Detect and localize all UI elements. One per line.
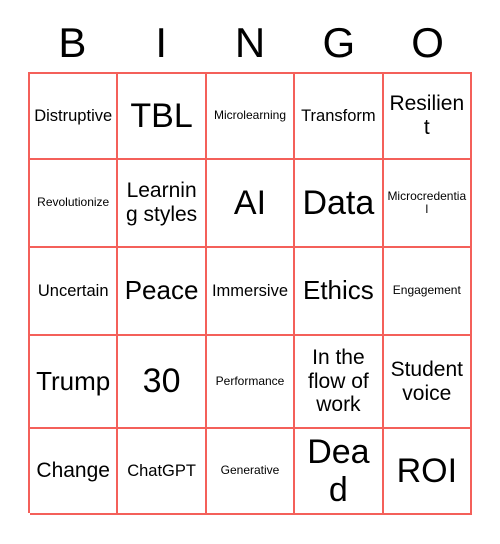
bingo-cell[interactable]: In the flow of work bbox=[295, 336, 384, 429]
bingo-cell[interactable]: Peace bbox=[118, 248, 207, 336]
bingo-cell[interactable]: ROI bbox=[383, 429, 472, 515]
bingo-header: B I N G O bbox=[28, 14, 472, 72]
bingo-header-letter-n: N bbox=[234, 19, 266, 66]
bingo-cell[interactable]: Immersive bbox=[206, 248, 296, 336]
bingo-cell[interactable]: Revolutionize bbox=[30, 160, 119, 248]
bingo-header-letter-g: G bbox=[322, 19, 356, 66]
bingo-cell[interactable]: Trump bbox=[30, 336, 119, 429]
bingo-cell[interactable]: Learning styles bbox=[118, 160, 207, 248]
bingo-cell[interactable]: Transform bbox=[295, 74, 384, 160]
bingo-cell[interactable]: Engagement bbox=[383, 248, 472, 336]
bingo-grid: Distruptive TBL Microlearning Transform … bbox=[28, 72, 472, 515]
bingo-cell[interactable]: Distruptive bbox=[30, 74, 119, 160]
bingo-cell[interactable]: Microlearning bbox=[206, 74, 296, 160]
bingo-cell[interactable]: ChatGPT bbox=[118, 429, 207, 515]
bingo-cell[interactable]: Ethics bbox=[295, 248, 384, 336]
bingo-cell[interactable]: Microcredential bbox=[383, 160, 472, 248]
bingo-header-letter-i: I bbox=[155, 19, 168, 66]
bingo-card: B I N G O Distruptive TBL Microlearning … bbox=[0, 0, 500, 544]
bingo-cell[interactable]: Resilient bbox=[383, 74, 472, 160]
bingo-cell[interactable]: AI bbox=[206, 160, 296, 248]
bingo-cell[interactable]: Generative bbox=[206, 429, 296, 515]
bingo-cell[interactable]: Dead bbox=[295, 429, 384, 515]
bingo-cell[interactable]: Student voice bbox=[383, 336, 472, 429]
bingo-cell[interactable]: 30 bbox=[118, 336, 207, 429]
bingo-header-letter-o: O bbox=[411, 19, 444, 66]
bingo-cell[interactable]: Change bbox=[30, 429, 119, 515]
bingo-cell[interactable]: Uncertain bbox=[30, 248, 119, 336]
bingo-header-letter-b: B bbox=[58, 19, 87, 66]
bingo-cell[interactable]: TBL bbox=[118, 74, 207, 160]
bingo-cell[interactable]: Data bbox=[295, 160, 384, 248]
bingo-cell[interactable]: Performance bbox=[206, 336, 296, 429]
